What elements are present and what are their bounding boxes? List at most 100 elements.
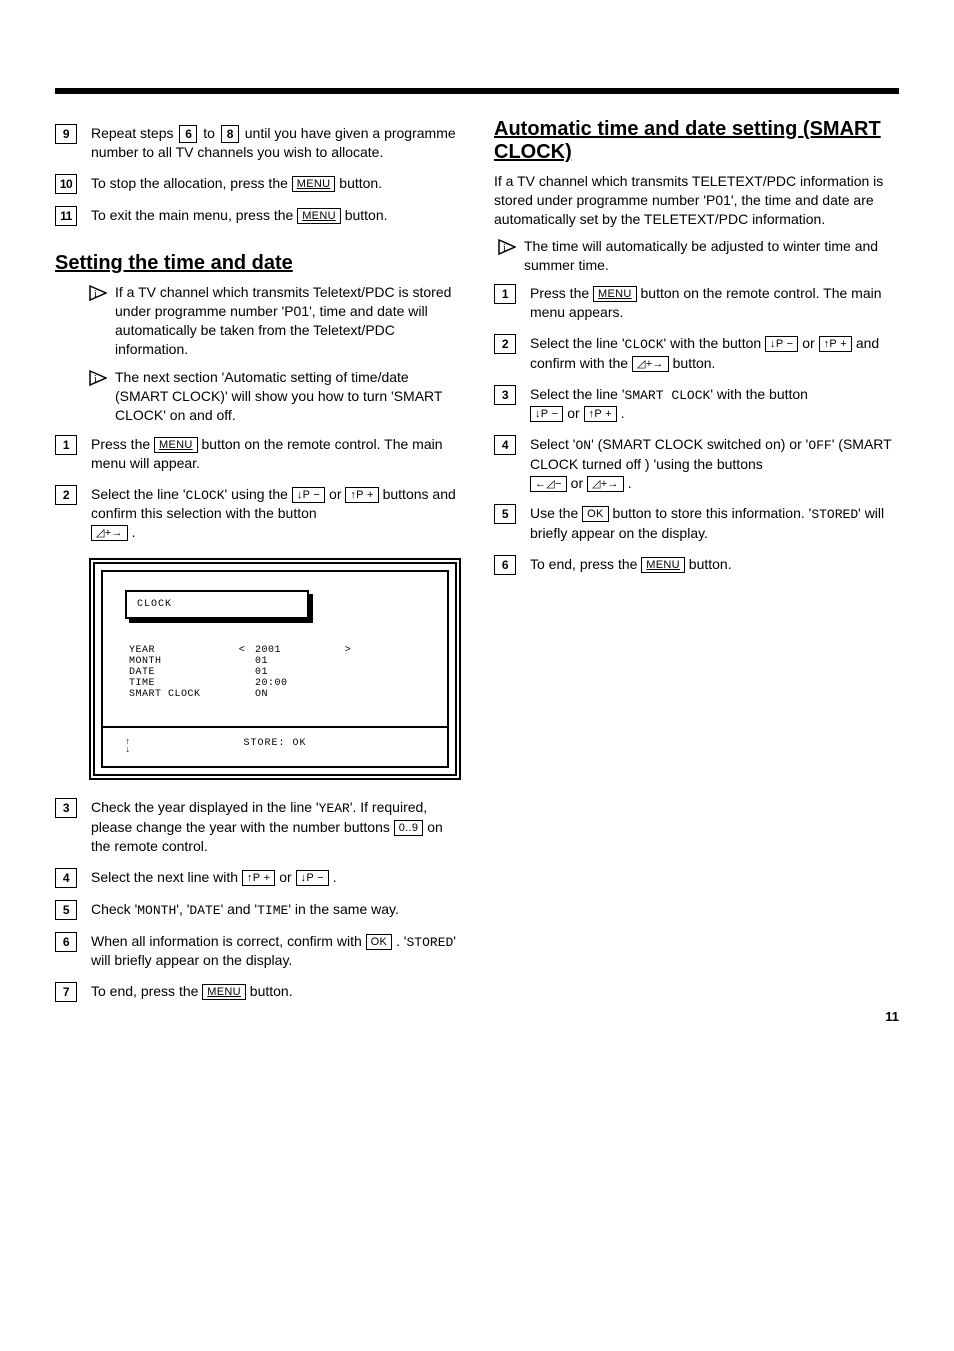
inline-step-ref: 6	[179, 125, 197, 143]
text: Repeat steps	[91, 125, 177, 141]
osd-term: STORED	[811, 507, 858, 522]
step-text: To exit the main menu, press the MENU bu…	[91, 206, 460, 225]
info-triangle-icon: i	[498, 239, 516, 255]
section-title-smart-clock: Automatic time and date setting (SMART C…	[494, 118, 899, 164]
text: Select the line '	[530, 335, 625, 351]
step-5: 5 Check 'MONTH', 'DATE' and 'TIME' in th…	[55, 900, 460, 920]
text: ' in the same way.	[288, 901, 399, 917]
osd-value: 2001	[255, 645, 335, 656]
step-4: 4 Select 'ON' (SMART CLOCK switched on) …	[494, 435, 899, 492]
left-minus-button: ←◿−	[530, 476, 567, 492]
p-down-button: ↓P −	[292, 487, 325, 503]
info-note: i If a TV channel which transmits Telete…	[89, 283, 460, 359]
info-text: If a TV channel which transmits Teletext…	[115, 283, 460, 359]
osd-term: CLOCK	[186, 488, 225, 503]
step-number: 7	[55, 982, 77, 1002]
text: Press the	[530, 285, 593, 301]
osd-term: OFF	[808, 438, 831, 453]
osd-label: TIME	[129, 678, 229, 689]
step-1: 1 Press the MENU button on the remote co…	[55, 435, 460, 473]
text: ' using the	[225, 486, 292, 502]
step-text: Check 'MONTH', 'DATE' and 'TIME' in the …	[91, 900, 460, 920]
step-text: Select the line 'SMART CLOCK' with the b…	[530, 385, 899, 423]
menu-button-label: MENU	[297, 208, 341, 224]
osd-frame: CLOCK YEAR<2001> MONTH01 DATE01 TIME20:0…	[101, 570, 449, 768]
ok-button-label: OK	[582, 506, 609, 522]
text: or	[325, 486, 345, 502]
section-title-setting-time: Setting the time and date	[55, 252, 460, 275]
p-up-button: ↑P +	[584, 406, 617, 422]
step-6: 6 To end, press the MENU button.	[494, 555, 899, 575]
text: .	[624, 475, 632, 491]
step-4: 4 Select the next line with ↑P + or ↓P −…	[55, 868, 460, 888]
step-5: 5 Use the OK button to store this inform…	[494, 504, 899, 542]
osd-row: YEAR<2001>	[129, 645, 425, 656]
step-7: 7 To end, press the MENU button.	[55, 982, 460, 1002]
step-number: 4	[494, 435, 516, 455]
text: Select the line '	[91, 486, 186, 502]
step-text: Select the line 'CLOCK' with the button …	[530, 334, 899, 372]
page-number: 11	[885, 1009, 899, 1024]
step-number: 5	[494, 504, 516, 524]
text: ' with the button	[710, 386, 808, 402]
step-2: 2 Select the line 'CLOCK' with the butto…	[494, 334, 899, 372]
osd-value: ON	[255, 689, 335, 700]
step-number: 1	[55, 435, 77, 455]
svg-text:i: i	[94, 374, 97, 385]
osd-body: YEAR<2001> MONTH01 DATE01 TIME20:00 SMAR…	[129, 645, 425, 700]
menu-button-label: MENU	[593, 286, 637, 302]
step-number: 4	[55, 868, 77, 888]
text: Select '	[530, 436, 575, 452]
text: To end, press the	[530, 556, 641, 572]
right-plus-button: ◿+→	[587, 476, 624, 492]
osd-value: 01	[255, 656, 335, 667]
step-6: 6 When all information is correct, confi…	[55, 932, 460, 970]
step-3: 3 Check the year displayed in the line '…	[55, 798, 460, 855]
text: To exit the main menu, press the	[91, 207, 297, 223]
text: .	[617, 405, 625, 421]
menu-button-label: MENU	[641, 557, 685, 573]
osd-footer-text: STORE: OK	[155, 738, 395, 754]
text: to	[199, 125, 218, 141]
left-column: 9 Repeat steps 6 to 8 until you have giv…	[55, 118, 460, 1014]
text: ' with the button	[664, 335, 766, 351]
text: button.	[669, 355, 716, 371]
info-text: The next section 'Automatic setting of t…	[115, 368, 460, 425]
step-number: 6	[55, 932, 77, 952]
step-text: Press the MENU button on the remote cont…	[530, 284, 899, 322]
info-triangle-icon: i	[89, 370, 107, 386]
osd-label: SMART CLOCK	[129, 689, 229, 700]
number-buttons-label: 0..9	[394, 820, 424, 836]
step-number: 11	[55, 206, 77, 226]
step-2: 2 Select the line 'CLOCK' using the ↓P −…	[55, 485, 460, 542]
top-rule	[55, 88, 899, 94]
menu-button-label: MENU	[202, 984, 246, 1000]
updown-arrows-icon: ↑↓	[125, 738, 155, 754]
step-text: To stop the allocation, press the MENU b…	[91, 174, 460, 193]
text: To end, press the	[91, 983, 202, 999]
text: button.	[685, 556, 732, 572]
text: Select the next line with	[91, 869, 242, 885]
manual-page: 9 Repeat steps 6 to 8 until you have giv…	[0, 0, 954, 1064]
text: To stop the allocation, press the	[91, 175, 292, 191]
osd-row: TIME20:00	[129, 678, 425, 689]
text: Press the	[91, 436, 154, 452]
text: When all information is correct, confirm…	[91, 933, 366, 949]
info-note: i The next section 'Automatic setting of…	[89, 368, 460, 425]
text: Check the year displayed in the line '	[91, 799, 319, 815]
osd-value: 01	[255, 667, 335, 678]
p-up-button: ↑P +	[819, 336, 852, 352]
osd-label: YEAR	[129, 645, 229, 656]
inline-step-ref: 8	[221, 125, 239, 143]
svg-text:i: i	[503, 243, 506, 254]
text: button.	[335, 175, 382, 191]
text: .	[128, 524, 136, 540]
step-text: Repeat steps 6 to 8 until you have given…	[91, 124, 460, 162]
text: or	[275, 869, 295, 885]
p-up-button: ↑P +	[242, 870, 275, 886]
step-text: Select the line 'CLOCK' using the ↓P − o…	[91, 485, 460, 542]
text: ' (SMART CLOCK switched on) or '	[591, 436, 808, 452]
right-plus-button: ◿+→	[632, 356, 669, 372]
text: .	[329, 869, 337, 885]
text: button.	[341, 207, 388, 223]
